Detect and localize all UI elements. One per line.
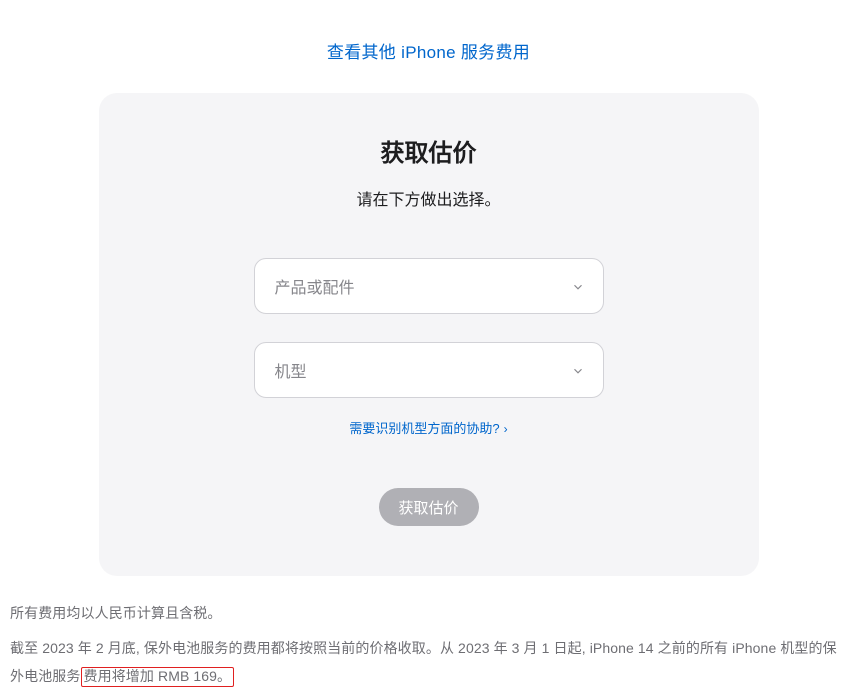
product-select[interactable]: 产品或配件 [254, 258, 604, 314]
identify-model-help-link[interactable]: 需要识别机型方面的协助? › [349, 421, 507, 436]
model-select-placeholder: 机型 [275, 358, 307, 382]
get-estimate-button[interactable]: 获取估价 [379, 488, 479, 526]
chevron-down-icon [571, 364, 583, 376]
price-increase-highlight: 费用将增加 RMB 169。 [81, 667, 235, 687]
chevron-down-icon [571, 280, 583, 292]
help-link-label: 需要识别机型方面的协助? [349, 421, 499, 436]
other-services-link[interactable]: 查看其他 iPhone 服务费用 [327, 43, 530, 62]
footer-line-1: 所有费用均以人民币计算且含税。 [10, 600, 847, 627]
card-subtitle: 请在下方做出选择。 [139, 186, 719, 210]
estimate-card: 获取估价 请在下方做出选择。 产品或配件 机型 需要识别机型方面的协助? › 获取… [99, 93, 759, 576]
card-title: 获取估价 [139, 133, 719, 168]
product-select-placeholder: 产品或配件 [275, 274, 355, 298]
help-link-container: 需要识别机型方面的协助? › [139, 418, 719, 438]
model-select[interactable]: 机型 [254, 342, 604, 398]
chevron-right-icon: › [504, 422, 508, 436]
top-other-services-link: 查看其他 iPhone 服务费用 [0, 0, 857, 93]
footer-notes: 所有费用均以人民币计算且含税。 截至 2023 年 2 月底, 保外电池服务的费… [0, 576, 857, 690]
